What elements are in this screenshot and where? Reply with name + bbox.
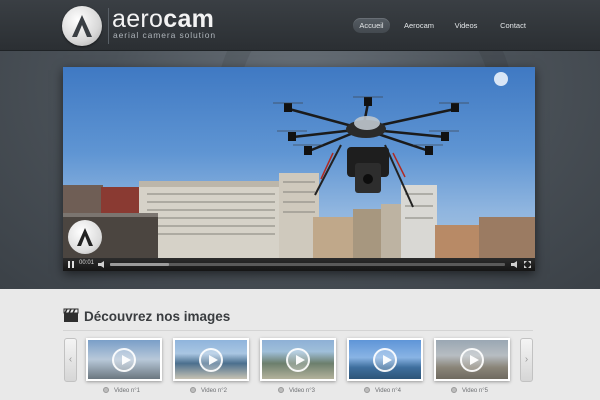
seek-progress (110, 263, 170, 266)
video-frame[interactable] (63, 67, 535, 258)
play-icon (460, 347, 484, 372)
player-controls: 00:01 (63, 258, 535, 271)
current-time: 00:01 (79, 260, 95, 266)
nav-item-contact[interactable]: Contact (497, 18, 529, 33)
camera-icon (278, 387, 284, 394)
pause-icon[interactable] (67, 261, 75, 268)
speaker-icon[interactable] (511, 261, 519, 268)
video-label-text: Video n°3 (289, 388, 315, 394)
section-title: Découvrez nos images (84, 309, 231, 324)
clapperboard-icon (63, 308, 79, 322)
video-label-2[interactable]: Video n°2 (190, 386, 227, 396)
video-label-text: Video n°4 (375, 388, 401, 394)
play-icon (286, 347, 310, 372)
fullscreen-icon[interactable] (524, 261, 531, 268)
video-thumbnail-3[interactable] (260, 338, 336, 381)
section-divider (63, 330, 533, 331)
main-nav: Accueil Aerocam Videos Contact (0, 18, 600, 34)
video-label-text: Video n°2 (201, 388, 227, 394)
video-thumbnail-2[interactable] (173, 338, 249, 381)
camera-icon (190, 387, 196, 394)
camera-icon (103, 387, 109, 394)
camera-icon (364, 387, 370, 394)
video-thumbnail-4[interactable] (347, 338, 423, 381)
play-icon (112, 347, 136, 372)
nav-item-accueil[interactable]: Accueil (353, 18, 390, 33)
drone-city-scene (63, 72, 535, 258)
video-label-5[interactable]: Video n°5 (451, 386, 488, 396)
video-thumbnail-1[interactable] (86, 338, 162, 381)
video-label-text: Video n°1 (114, 388, 140, 394)
seek-bar[interactable] (110, 263, 505, 266)
volume-icon[interactable] (98, 261, 106, 268)
header-bar: aerocam aerial camera solution Accueil A… (0, 0, 600, 51)
nav-item-aerocam[interactable]: Aerocam (403, 18, 435, 33)
camera-icon (451, 387, 457, 394)
video-label-4[interactable]: Video n°4 (364, 386, 401, 396)
nav-item-videos[interactable]: Videos (452, 18, 480, 33)
video-label-3[interactable]: Video n°3 (278, 386, 315, 396)
video-thumbnail-5[interactable] (434, 338, 510, 381)
video-label-text: Video n°5 (462, 388, 488, 394)
play-icon (199, 347, 223, 372)
carousel-next-button[interactable]: › (520, 338, 533, 382)
carousel-prev-button[interactable]: ‹ (64, 338, 77, 382)
player-logo-icon (68, 220, 102, 254)
video-player[interactable]: 00:01 (63, 67, 535, 271)
hero-section: aerocam aerial camera solution Accueil A… (0, 0, 600, 289)
video-label-1[interactable]: Video n°1 (103, 386, 140, 396)
play-icon (373, 347, 397, 372)
